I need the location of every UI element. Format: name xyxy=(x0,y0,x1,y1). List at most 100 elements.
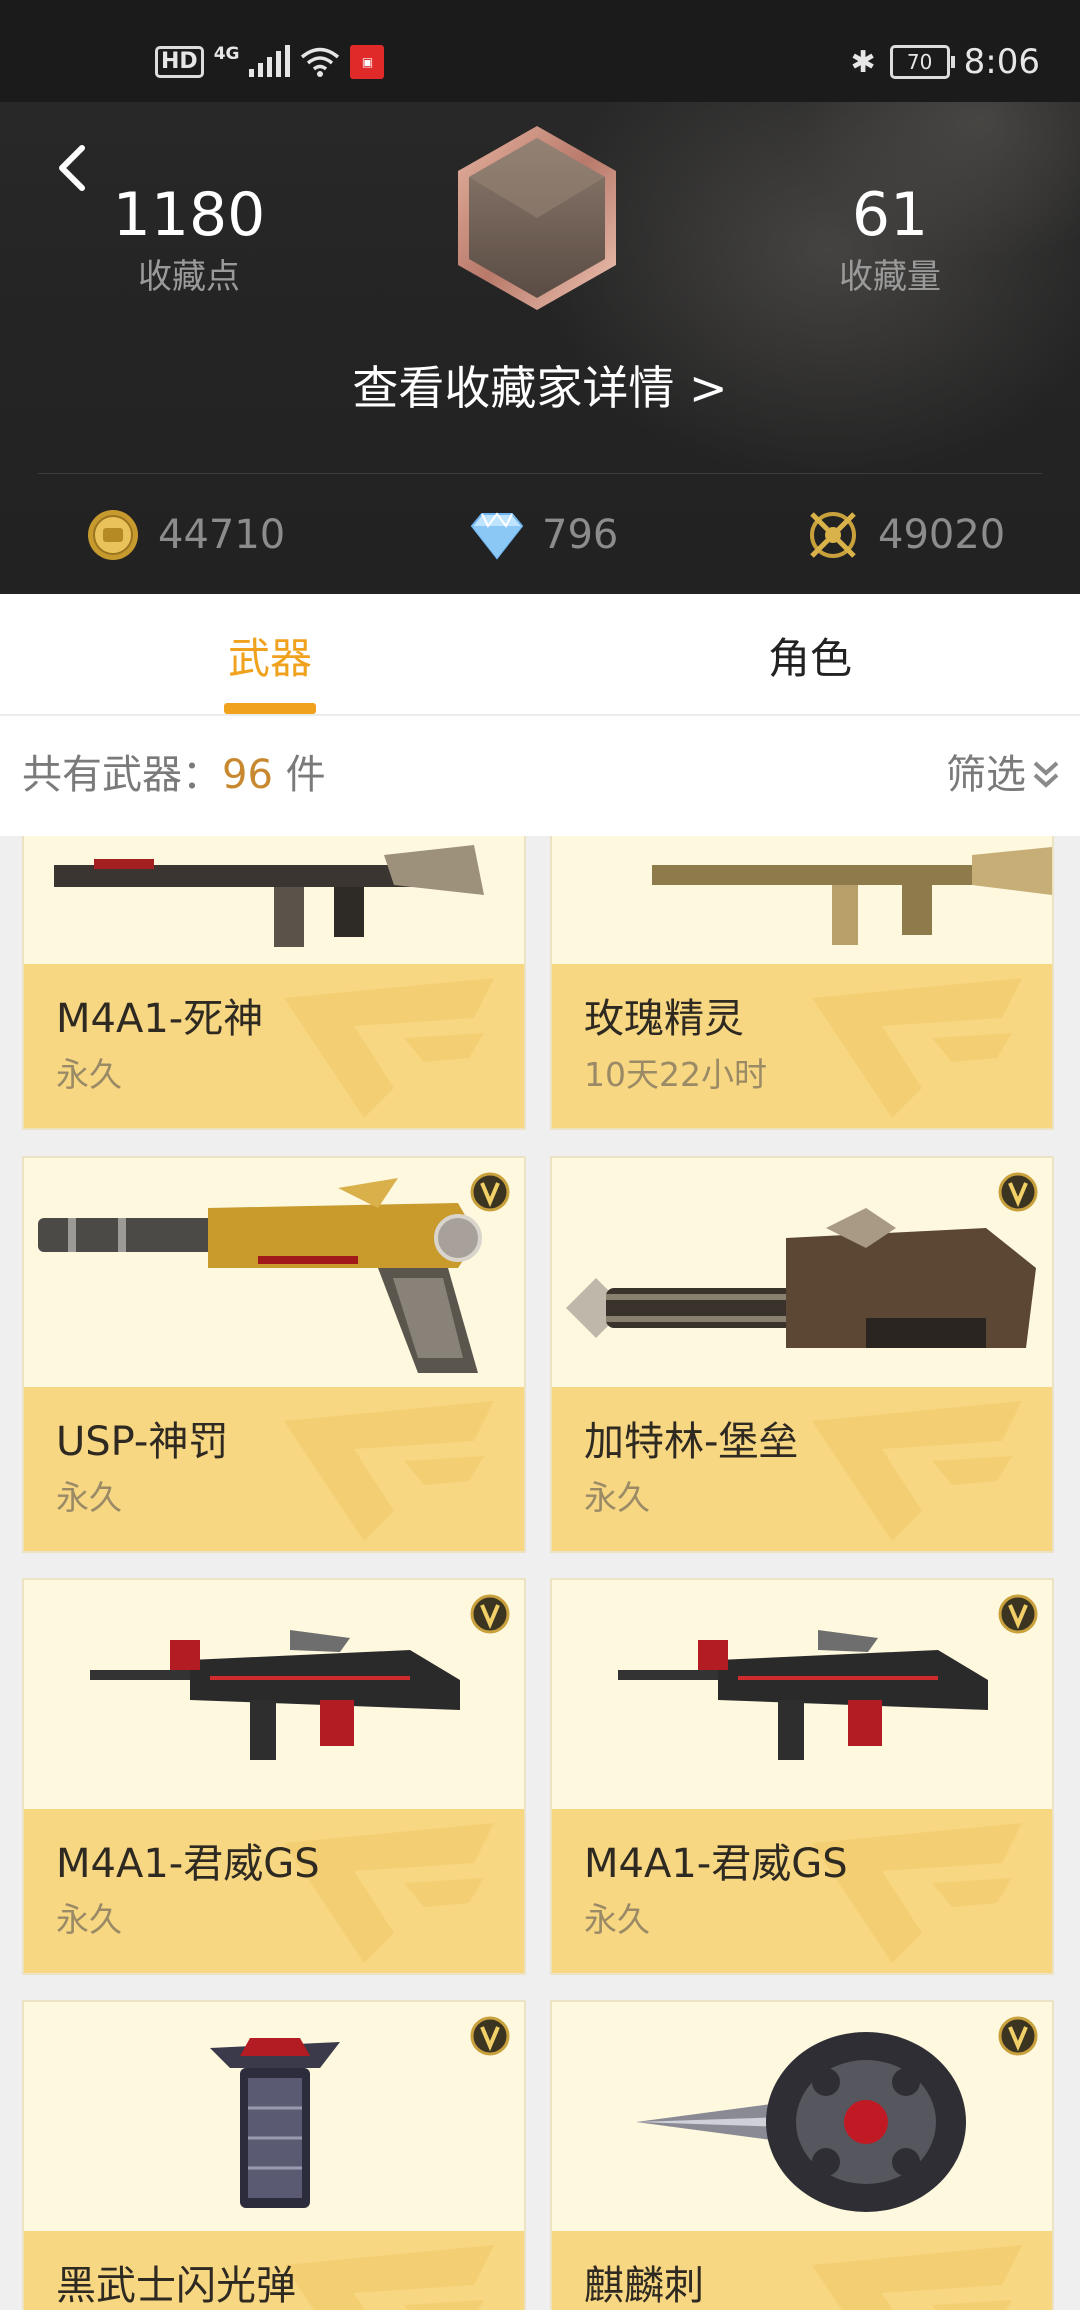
pistol-image xyxy=(38,1178,482,1373)
weapon-image-area xyxy=(552,1158,1052,1387)
battery-indicator: 70 xyxy=(889,45,955,79)
knuckle-knife-image xyxy=(636,2032,966,2212)
weapon-info-panel: M4A1-君威GS 永久 xyxy=(24,1809,524,1973)
weapon-name: USP-神罚 xyxy=(56,1419,229,1465)
weapon-info-panel: 加特林-堡垒 永久 xyxy=(552,1387,1052,1551)
weapon-info-panel: 玫瑰精灵 10天22小时 xyxy=(552,964,1052,1128)
filter-label: 筛选 xyxy=(946,752,1026,798)
cf-watermark-icon xyxy=(284,2245,494,2310)
wifi-icon xyxy=(301,47,340,77)
cf-watermark-icon xyxy=(812,2245,1022,2310)
signal-icon xyxy=(249,45,291,77)
clock: 8:06 xyxy=(963,42,1040,82)
weapon-image-area xyxy=(24,1580,524,1809)
weapon-info-panel: USP-神罚 永久 xyxy=(24,1387,524,1551)
active-tab-indicator xyxy=(224,703,316,714)
weapon-duration: 10天22小时 xyxy=(584,1055,767,1094)
status-bar: HD 4G ▣ ✱ 70 8:06 xyxy=(0,0,1080,102)
diamond-icon xyxy=(470,512,524,560)
weapon-card[interactable]: 加特林-堡垒 永久 xyxy=(550,1156,1054,1553)
weapon-image-area xyxy=(24,2002,524,2231)
weapon-image-area xyxy=(552,836,1052,964)
diamond-balance: 796 xyxy=(470,500,618,570)
header-divider xyxy=(38,473,1042,474)
diamond-value: 796 xyxy=(542,512,619,558)
collection-count-stat: 61 收藏量 xyxy=(760,178,1020,302)
weapon-card[interactable]: USP-神罚 永久 xyxy=(22,1156,526,1553)
rifle-image xyxy=(618,1630,988,1760)
vip-badge-icon xyxy=(998,1594,1038,1634)
status-right: ✱ 70 8:06 xyxy=(851,40,1041,84)
tab-roles[interactable]: 角色 xyxy=(540,594,1080,714)
bluetooth-icon: ✱ xyxy=(850,44,876,80)
weapon-count-value: 96 xyxy=(222,752,273,798)
weapon-name: 黑武士闪光弹 xyxy=(56,2263,296,2309)
cf-watermark-icon xyxy=(284,1401,494,1541)
weapon-name: 加特林-堡垒 xyxy=(584,1419,799,1465)
weapon-count-unit: 件 xyxy=(272,752,326,798)
weapon-info-panel: M4A1-死神 永久 xyxy=(24,964,524,1128)
weapon-grid: M4A1-死神 永久 玫瑰精灵 10天22小时 USP-神罚 永久 加特林-堡垒… xyxy=(0,836,1080,2310)
rifle-image xyxy=(652,847,1052,945)
weapon-card[interactable]: 麒麟刺 xyxy=(550,2000,1054,2310)
cf-watermark-icon xyxy=(812,978,1022,1118)
vip-badge-icon xyxy=(998,1172,1038,1212)
weapon-info-panel: 麒麟刺 xyxy=(552,2231,1052,2310)
weapon-duration: 永久 xyxy=(56,1478,122,1517)
double-chevron-down-icon xyxy=(1033,761,1059,788)
weapon-duration: 永久 xyxy=(584,1900,650,1939)
weapon-card[interactable]: 黑武士闪光弹 xyxy=(22,2000,526,2310)
crossed-swords-icon xyxy=(810,512,856,558)
collection-count-label: 收藏量 xyxy=(839,257,941,297)
view-collector-details-link[interactable]: 查看收藏家详情 > xyxy=(0,356,1080,420)
network-type: 4G xyxy=(213,44,240,64)
collector-rank-badge-icon xyxy=(458,126,616,310)
rifle-image xyxy=(90,1630,460,1760)
gold-coin-icon xyxy=(88,510,138,560)
weapon-image-area xyxy=(24,836,524,964)
weapon-duration: 永久 xyxy=(56,1055,122,1094)
honor-value: 49020 xyxy=(878,512,1006,558)
hd-indicator: HD xyxy=(155,46,204,78)
rifle-image xyxy=(54,845,484,947)
weapon-card[interactable]: 玫瑰精灵 10天22小时 xyxy=(550,836,1054,1130)
collector-header: HD 4G ▣ ✱ 70 8:06 1180 收藏点 61 收藏量 查看收藏家详… xyxy=(0,0,1080,594)
weapon-image-area xyxy=(24,1158,524,1387)
collection-points-value: 1180 xyxy=(112,180,266,250)
weapon-duration: 永久 xyxy=(584,1478,650,1517)
weapon-count-text: 共有武器：96 件 xyxy=(22,716,326,834)
app-notification-icon: ▣ xyxy=(350,45,385,79)
weapon-name: M4A1-死神 xyxy=(56,996,264,1042)
weapon-summary-bar: 共有武器：96 件 筛选 xyxy=(0,716,1080,836)
weapon-image-area xyxy=(552,1580,1052,1809)
weapon-card[interactable]: M4A1-死神 永久 xyxy=(22,836,526,1130)
weapon-info-panel: M4A1-君威GS 永久 xyxy=(552,1809,1052,1973)
weapon-name: 麒麟刺 xyxy=(584,2263,704,2309)
collection-count-value: 61 xyxy=(851,180,929,250)
weapon-card[interactable]: M4A1-君威GS 永久 xyxy=(22,1578,526,1975)
vip-badge-icon xyxy=(998,2016,1038,2056)
cf-watermark-icon xyxy=(284,978,494,1118)
weapon-card[interactable]: M4A1-君威GS 永久 xyxy=(550,1578,1054,1975)
weapon-image-area xyxy=(552,2002,1052,2231)
weapon-name: M4A1-君威GS xyxy=(584,1841,848,1887)
tab-weapons[interactable]: 武器 xyxy=(0,594,540,714)
weapon-name: 玫瑰精灵 xyxy=(584,996,744,1042)
gold-coin-value: 44710 xyxy=(158,512,286,558)
grenade-image xyxy=(210,2038,340,2208)
gatling-image xyxy=(566,1208,1036,1348)
vip-badge-icon xyxy=(470,2016,510,2056)
weapon-name: M4A1-君威GS xyxy=(56,1841,320,1887)
collection-points-stat: 1180 收藏点 xyxy=(59,178,319,302)
filter-button[interactable]: 筛选 xyxy=(946,716,1060,834)
weapon-info-panel: 黑武士闪光弹 xyxy=(24,2231,524,2310)
status-indicators: HD 4G ▣ xyxy=(155,40,385,84)
collection-points-label: 收藏点 xyxy=(138,257,240,297)
category-tabs: 武器 角色 xyxy=(0,594,1080,716)
vip-badge-icon xyxy=(470,1172,510,1212)
weapon-count-prefix: 共有武器： xyxy=(22,752,222,798)
vip-badge-icon xyxy=(470,1594,510,1634)
gold-coin-balance: 44710 xyxy=(86,500,285,570)
cf-watermark-icon xyxy=(812,1401,1022,1541)
honor-balance: 49020 xyxy=(806,500,1005,570)
